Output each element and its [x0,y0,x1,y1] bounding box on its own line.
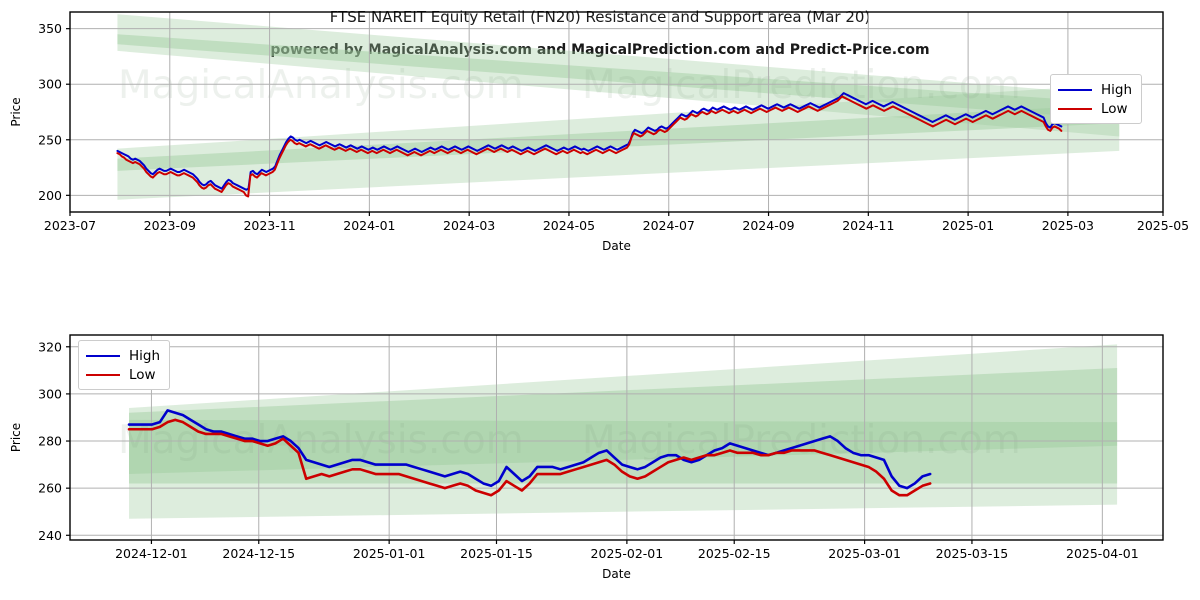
x-tick-label: 2023-07 [44,218,96,233]
bottom-chart-legend: High Low [78,340,171,390]
y-tick-label: 320 [38,339,62,354]
legend-item-high: High [1058,80,1132,99]
legend-item-high: High [86,346,160,365]
x-axis-label: Date [602,239,631,253]
x-tick-label: 2025-02-01 [591,546,664,561]
legend-label-high: High [1101,81,1133,98]
y-tick-label: 260 [38,481,62,496]
x-tick-label: 2025-05 [1137,218,1189,233]
top-chart-svg: MagicalAnalysis.com MagicalPrediction.com… [9,11,1189,253]
y-axis-label: Price [9,423,23,452]
top-chart-panel: MagicalAnalysis.com MagicalPrediction.com… [0,0,1200,255]
legend-label-high: High [129,347,161,364]
x-tick-label: 2024-12-15 [222,546,295,561]
x-tick-label: 2024-01 [343,218,395,233]
x-tick-label: 2025-01-15 [460,546,533,561]
legend-label-low: Low [1101,100,1128,117]
y-tick-label: 280 [38,434,62,449]
x-tick-label: 2025-04-01 [1066,546,1139,561]
legend-line-low-icon [86,373,120,376]
x-tick-label: 2025-03-01 [828,546,901,561]
x-axis-label: Date [602,567,631,581]
watermark-text: MagicalPrediction.com [582,418,1021,463]
x-tick-label: 2025-03-15 [936,546,1009,561]
x-tick-label: 2025-01-01 [353,546,426,561]
y-axis-label: Price [9,97,23,126]
watermark-text: MagicalPrediction.com [582,63,1021,108]
watermark-text: MagicalAnalysis.com [118,63,524,108]
legend-line-low-icon [1058,107,1092,110]
bottom-chart-svg: MagicalAnalysis.com MagicalPrediction.com… [9,334,1164,581]
legend-item-low: Low [1058,99,1132,118]
legend-line-high-icon [86,354,120,357]
y-tick-label: 250 [38,132,62,147]
x-tick-label: 2025-03 [1042,218,1094,233]
x-tick-label: 2023-09 [144,218,196,233]
x-tick-label: 2023-11 [243,218,295,233]
x-tick-label: 2024-09 [742,218,794,233]
y-tick-label: 200 [38,188,62,203]
x-tick-label: 2024-12-01 [115,546,188,561]
x-tick-label: 2024-05 [543,218,595,233]
legend-label-low: Low [129,366,156,383]
watermark-text: MagicalAnalysis.com [118,418,524,463]
legend-item-low: Low [86,365,160,384]
x-tick-label: 2024-07 [643,218,695,233]
x-tick-label: 2025-02-15 [698,546,771,561]
x-tick-label: 2024-11 [842,218,894,233]
y-tick-label: 300 [38,77,62,92]
x-tick-label: 2024-03 [443,218,495,233]
top-chart-legend: High Low [1050,74,1143,124]
y-tick-label: 240 [38,528,62,543]
legend-line-high-icon [1058,88,1092,91]
x-tick-label: 2025-01 [942,218,994,233]
y-tick-label: 350 [38,21,62,36]
bottom-chart-panel: MagicalAnalysis.com MagicalPrediction.com… [0,325,1200,600]
chart-page: FTSE NAREIT Equity Retail (FN20) Resista… [0,0,1200,600]
y-tick-label: 300 [38,386,62,401]
